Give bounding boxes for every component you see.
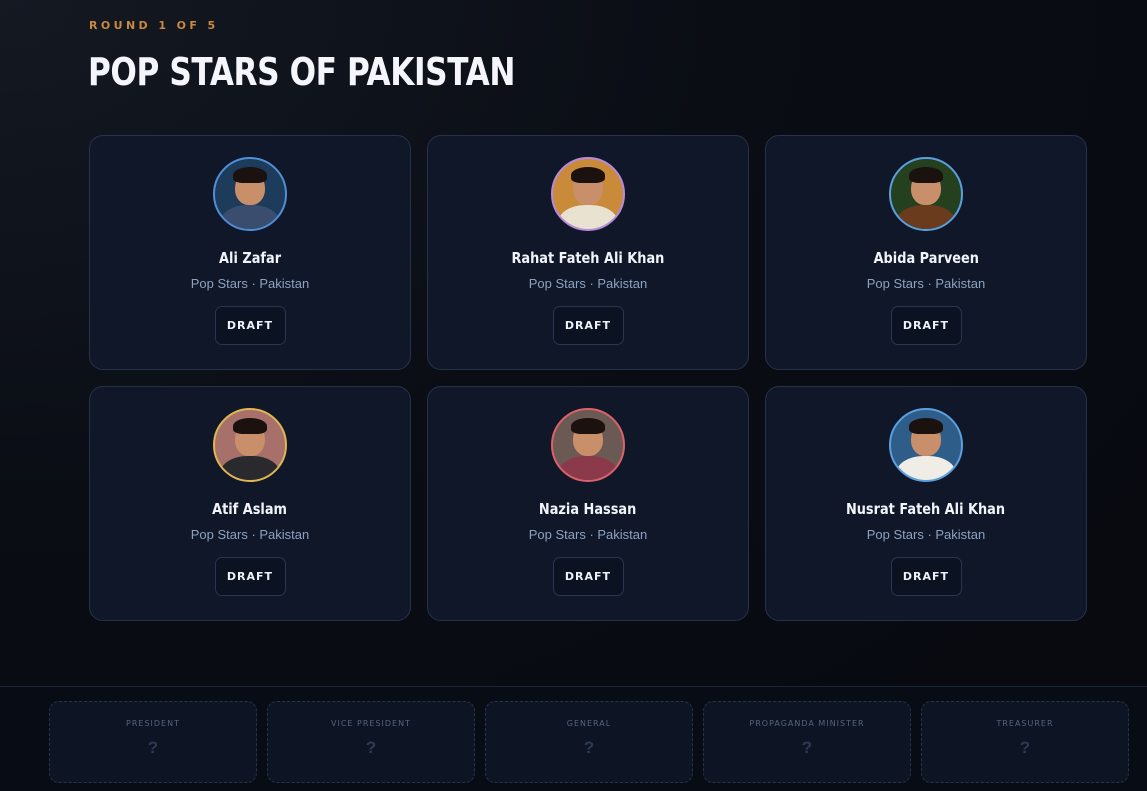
- draft-button[interactable]: DRAFT: [214, 306, 286, 345]
- candidate-grid: Ali Zafar Pop Stars · Pakistan DRAFT Rah…: [89, 135, 1087, 621]
- slot-empty-value: ?: [1019, 738, 1031, 757]
- draft-button[interactable]: DRAFT: [552, 306, 624, 345]
- candidate-card: Nusrat Fateh Ali Khan Pop Stars · Pakist…: [765, 386, 1087, 621]
- cabinet-slot-president[interactable]: PRESIDENT ?: [49, 701, 257, 783]
- draft-button[interactable]: DRAFT: [890, 557, 962, 596]
- candidate-card: Rahat Fateh Ali Khan Pop Stars · Pakista…: [427, 135, 749, 370]
- cabinet-slot-propaganda-minister[interactable]: PROPAGANDA MINISTER ?: [703, 701, 911, 783]
- draft-button[interactable]: DRAFT: [214, 557, 286, 596]
- candidate-name: Nazia Hassan: [539, 500, 637, 518]
- candidate-card: Ali Zafar Pop Stars · Pakistan DRAFT: [89, 135, 411, 370]
- candidate-name: Rahat Fateh Ali Khan: [511, 249, 665, 267]
- cabinet-bar: PRESIDENT ? VICE PRESIDENT ? GENERAL ? P…: [0, 686, 1147, 791]
- draft-button[interactable]: DRAFT: [890, 306, 962, 345]
- page-title: POP STARS OF PAKISTAN: [88, 50, 516, 94]
- candidate-name: Ali Zafar: [218, 249, 282, 267]
- slot-label: VICE PRESIDENT: [331, 719, 411, 728]
- slot-empty-value: ?: [147, 738, 159, 757]
- slot-label: TREASURER: [996, 719, 1054, 728]
- avatar: [213, 157, 287, 231]
- draft-button[interactable]: DRAFT: [552, 557, 624, 596]
- candidate-name: Nusrat Fateh Ali Khan: [846, 500, 1006, 518]
- candidate-meta: Pop Stars · Pakistan: [866, 276, 986, 291]
- candidate-meta: Pop Stars · Pakistan: [866, 527, 986, 542]
- cabinet-slot-general[interactable]: GENERAL ?: [485, 701, 693, 783]
- candidate-card: Abida Parveen Pop Stars · Pakistan DRAFT: [765, 135, 1087, 370]
- slot-empty-value: ?: [583, 738, 595, 757]
- candidate-meta: Pop Stars · Pakistan: [190, 527, 310, 542]
- slot-empty-value: ?: [801, 738, 813, 757]
- candidate-name: Abida Parveen: [873, 249, 979, 267]
- candidate-meta: Pop Stars · Pakistan: [528, 527, 648, 542]
- avatar: [889, 408, 963, 482]
- cabinet-slot-vice-president[interactable]: VICE PRESIDENT ?: [267, 701, 475, 783]
- candidate-card: Atif Aslam Pop Stars · Pakistan DRAFT: [89, 386, 411, 621]
- cabinet-slot-treasurer[interactable]: TREASURER ?: [921, 701, 1129, 783]
- avatar: [551, 408, 625, 482]
- draft-page: ROUND 1 OF 5 POP STARS OF PAKISTAN Ali Z…: [0, 0, 1147, 791]
- slot-empty-value: ?: [365, 738, 377, 757]
- avatar: [551, 157, 625, 231]
- slot-label: GENERAL: [566, 719, 612, 728]
- candidate-meta: Pop Stars · Pakistan: [190, 276, 310, 291]
- candidate-name: Atif Aslam: [212, 500, 288, 518]
- candidate-meta: Pop Stars · Pakistan: [528, 276, 648, 291]
- avatar: [889, 157, 963, 231]
- slot-label: PRESIDENT: [126, 719, 180, 728]
- slot-label: PROPAGANDA MINISTER: [749, 719, 865, 728]
- avatar: [213, 408, 287, 482]
- candidate-card: Nazia Hassan Pop Stars · Pakistan DRAFT: [427, 386, 749, 621]
- round-label: ROUND 1 OF 5: [89, 19, 219, 32]
